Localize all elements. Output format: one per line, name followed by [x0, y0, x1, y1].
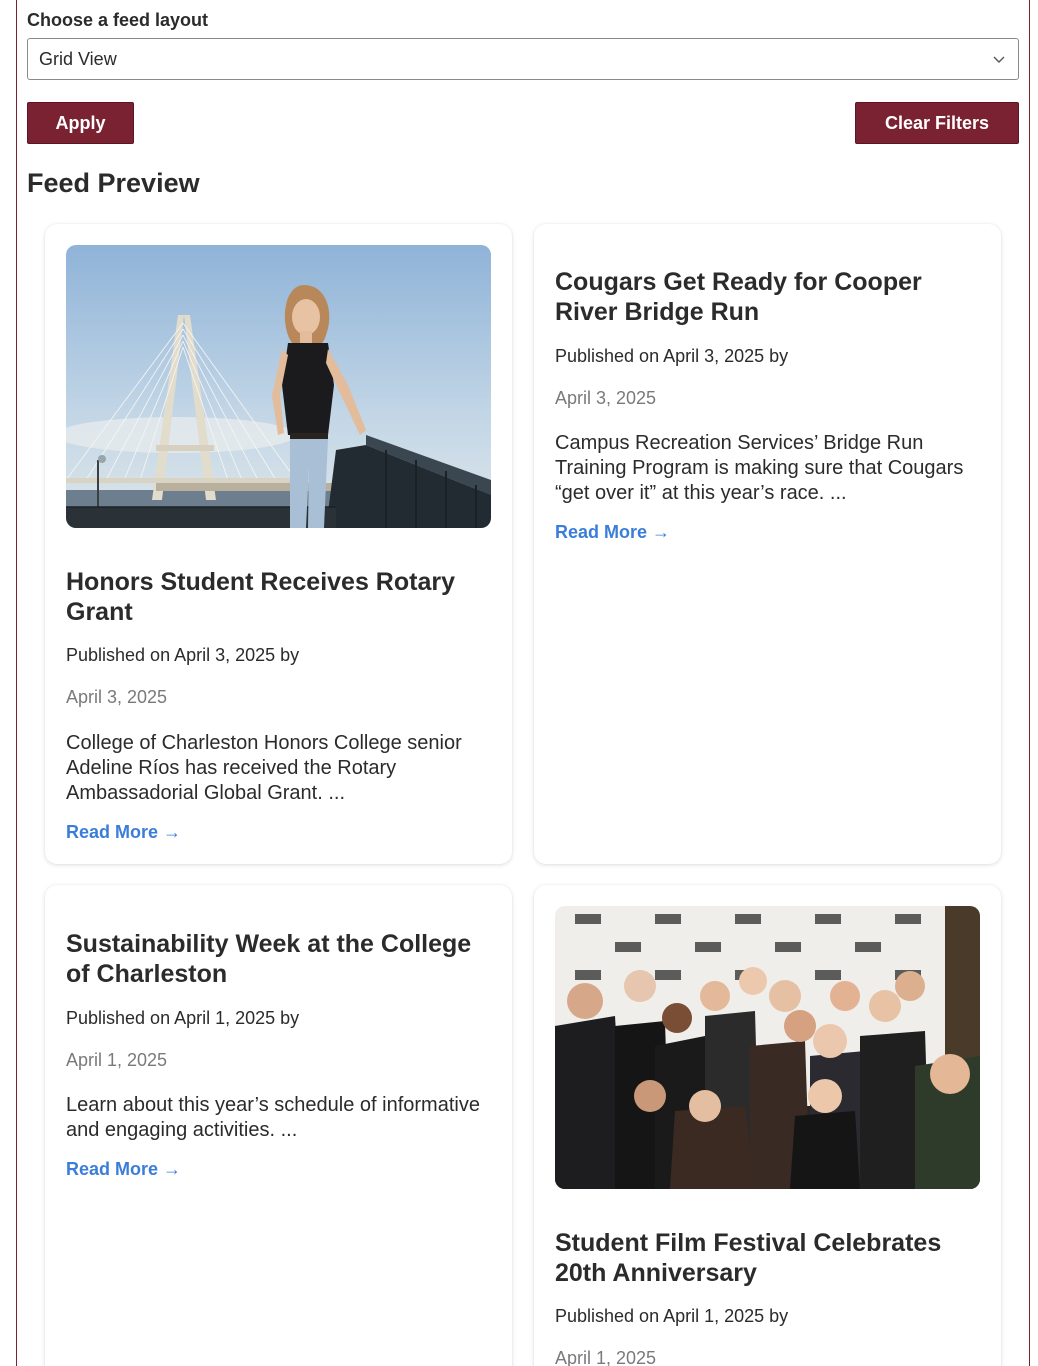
photo-film-club-group — [555, 906, 980, 1189]
card-date: April 3, 2025 — [555, 388, 657, 408]
card-description: Learn about this year’s schedule of info… — [66, 1094, 480, 1141]
card-date: April 1, 2025 — [66, 1050, 168, 1070]
feed-layout-label: Choose a feed layout — [27, 10, 209, 30]
feed-layout-select[interactable]: Grid View — [27, 38, 1019, 80]
card-image-film-club — [555, 906, 980, 1189]
clear-filters-button[interactable]: Clear Filters — [855, 102, 1019, 144]
card-published: Published on April 1, 2025 by — [555, 1306, 789, 1326]
photo-woman-bridge — [66, 245, 491, 528]
feed-card-sustainability: Sustainability Week at the College of Ch… — [45, 885, 512, 1366]
card-title: Student Film Festival Celebrates 20th An… — [555, 1229, 942, 1287]
feed-preview-heading: Feed Preview — [27, 168, 200, 198]
card-date: April 3, 2025 — [66, 687, 168, 707]
card-published: Published on April 3, 2025 by — [66, 645, 300, 665]
card-title: Cougars Get Ready for Cooper River Bridg… — [555, 268, 922, 326]
chevron-down-icon — [993, 56, 1005, 63]
card-image-bridge — [66, 245, 491, 528]
card-date: April 1, 2025 — [555, 1348, 657, 1366]
read-more-link[interactable]: Read More → — [555, 522, 670, 543]
card-description: College of Charleston Honors College sen… — [66, 732, 462, 804]
read-more-link[interactable]: Read More → — [66, 1159, 181, 1180]
read-more-link[interactable]: Read More → — [66, 822, 181, 843]
apply-button[interactable]: Apply — [27, 102, 134, 144]
feed-layout-selected-value: Grid View — [39, 48, 117, 69]
card-description: Campus Recreation Services’ Bridge Run T… — [555, 432, 964, 504]
card-published: Published on April 3, 2025 by — [555, 346, 789, 366]
card-title: Honors Student Receives Rotary Grant — [66, 568, 455, 626]
feed-card-film-festival: Student Film Festival Celebrates 20th An… — [534, 885, 1001, 1366]
feed-card-honors: Honors Student Receives Rotary Grant Pub… — [45, 224, 512, 864]
card-published: Published on April 1, 2025 by — [66, 1008, 300, 1028]
feed-card-bridge-run: Cougars Get Ready for Cooper River Bridg… — [534, 224, 1001, 864]
card-title: Sustainability Week at the College of Ch… — [66, 930, 472, 988]
